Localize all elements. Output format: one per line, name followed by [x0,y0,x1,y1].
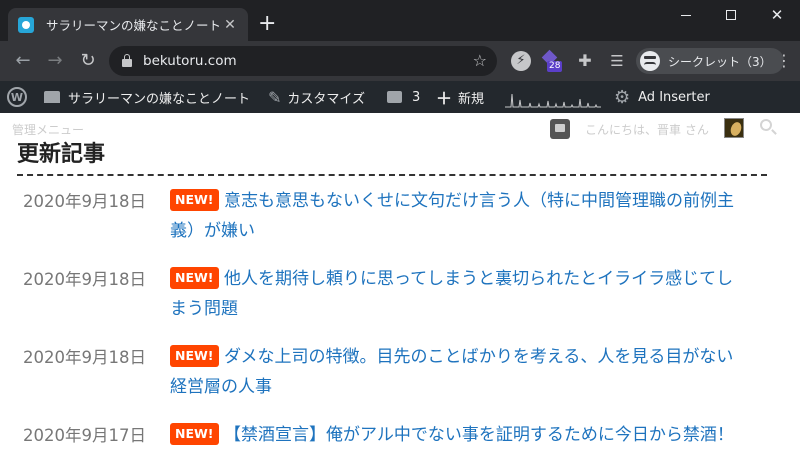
post-title-line1: 【禁酒宣言】俺がアル中でない事を証明するために今日から禁酒！ [224,425,734,445]
minimize-button[interactable] [663,0,709,30]
page-content: 管理メニュー こんにちは、晋車 さん 更新記事 2020年9月18日 NEW! … [0,113,800,450]
incognito-button[interactable]: シークレット（3） [636,48,784,74]
post-title-link[interactable]: 【禁酒宣言】俺がアル中でない事を証明するために今日から禁酒！ [224,420,772,450]
incognito-icon [640,51,660,71]
post-title-line1: ダメな上司の特徴。目先のことばかりを考える、人を見る目がない [224,347,734,367]
new-content-link[interactable]: ＋ 新規 [436,81,484,113]
section-title: 更新記事 [17,142,106,167]
post-title-line2: まう問題 [170,299,238,319]
lock-icon[interactable] [122,54,132,67]
comments-count: 3 [412,89,421,105]
ad-inserter-link[interactable]: ⚙ Ad Inserter [614,81,710,113]
home-icon [44,91,60,103]
new-badge: NEW! [170,423,219,445]
post-date: 2020年9月18日 [23,192,146,211]
post-date: 2020年9月17日 [23,426,146,445]
address-bar[interactable]: bekutoru.com ☆ [109,46,497,76]
incognito-label: シークレット（3） [668,54,772,69]
new-badge: NEW! [170,189,219,211]
maximize-button[interactable] [708,0,754,30]
message-icon[interactable] [550,119,570,139]
section-divider [17,174,767,176]
site-favicon-icon [18,16,34,33]
back-arrow-icon[interactable]: ← [12,50,34,72]
url-text[interactable]: bekutoru.com [143,53,237,69]
new-tab-button[interactable]: + [258,12,276,36]
extension-icon[interactable]: 28 [541,49,563,72]
search-icon[interactable] [760,119,772,131]
puzzle-icon[interactable]: ✚ [575,51,595,71]
maximize-icon [726,10,736,20]
post-title-line2: 義）が嫌い [170,221,255,241]
ad-inserter-label: Ad Inserter [638,89,710,105]
wp-admin-bar: W サラリーマンの嫌なことノート ✎ カスタマイズ 3 ＋ 新規 ⚙ Ad In… [0,81,800,113]
comments-link[interactable]: 3 [387,81,420,113]
post-title-line1: 意志も意思もないくせに文句だけ言う人（特に中間管理職の前例主 [224,191,734,211]
wordpress-logo-button[interactable]: W [7,81,27,113]
customize-label: カスタマイズ [287,91,366,107]
site-name-label: サラリーマンの嫌なことノート [68,91,251,107]
close-window-icon: ✕ [770,6,784,24]
site-name-link[interactable]: サラリーマンの嫌なことノート [44,81,250,113]
wordpress-logo-icon: W [7,87,27,107]
minimize-icon [681,14,691,16]
avatar[interactable] [724,118,744,138]
post-title-link[interactable]: 意志も意思もないくせに文句だけ言う人（特に中間管理職の前例主 義）が嫌い [170,186,772,246]
brush-icon: ✎ [268,87,282,107]
forward-arrow-icon[interactable]: → [44,50,66,72]
reading-list-icon[interactable]: ☰ [607,51,627,71]
kebab-menu-icon[interactable]: ⋮ [776,51,792,71]
post-date: 2020年9月18日 [23,348,146,367]
reload-icon[interactable]: ↻ [77,50,99,72]
post-date: 2020年9月18日 [23,270,146,289]
extension-badge: 28 [547,61,563,72]
tab-title: サラリーマンの嫌なことノート [46,18,222,33]
extension-bolt-icon[interactable]: ⚡ [511,51,531,71]
new-badge: NEW! [170,345,219,367]
greeting-text: こんにちは、晋車 さん [585,123,709,137]
post-title-line2: 経営層の人事 [170,377,272,397]
stats-sparkline[interactable] [505,88,601,108]
browser-toolbar: ← → ↻ bekutoru.com ☆ ⚡ 28 ✚ ☰ シークレット（3） … [0,41,800,81]
post-title-link[interactable]: 他人を期待し頼りに思ってしまうと裏切られたとイライラ感じてし まう問題 [170,264,772,324]
plus-icon: ＋ [436,89,453,108]
post-title-line1: 他人を期待し頼りに思ってしまうと裏切られたとイライラ感じてし [224,269,734,289]
star-icon[interactable]: ☆ [473,51,487,70]
close-tab-icon[interactable]: ✕ [222,17,238,33]
customize-link[interactable]: ✎ カスタマイズ [268,81,365,113]
browser-tab[interactable]: サラリーマンの嫌なことノート ✕ [8,8,248,41]
gear-icon: ⚙ [614,86,631,108]
comment-icon [387,91,402,103]
new-badge: NEW! [170,267,219,289]
tab-strip: サラリーマンの嫌なことノート ✕ + ✕ [0,0,800,41]
post-title-link[interactable]: ダメな上司の特徴。目先のことばかりを考える、人を見る目がない 経営層の人事 [170,342,772,402]
new-label: 新規 [458,91,485,107]
close-window-button[interactable]: ✕ [754,0,800,30]
